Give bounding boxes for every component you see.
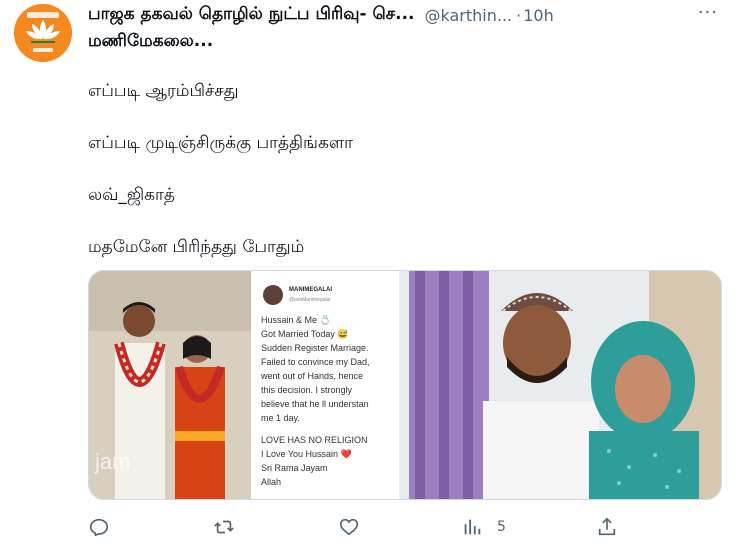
share-icon [598, 517, 616, 536]
embedded-post: MANIMEGALAI @iamManimegalai Hussain & Me… [251, 271, 399, 499]
watermark-text: jam [94, 449, 130, 474]
views-button[interactable]: 5 [461, 512, 506, 542]
like-button[interactable] [338, 512, 374, 542]
embedded-post-line: Sri Rama Jayam [261, 463, 328, 473]
lotus-logo-icon [14, 4, 72, 62]
heart-icon [339, 518, 359, 536]
embedded-post-line: this decision. I strongly [261, 385, 353, 395]
tweet-text: எப்படி ஆரம்பிச்சது எப்படி முடிஞ்சிருக்கு… [88, 80, 708, 288]
avatar[interactable] [14, 4, 72, 62]
action-bar: 5 [88, 512, 728, 542]
tweet-line: லவ்_ஜிகாத் [88, 185, 175, 205]
couple-photo [399, 271, 721, 499]
tweet-line: எப்படி ஆரம்பிச்சது [88, 81, 239, 101]
more-options-icon[interactable]: ··· [698, 2, 718, 23]
embedded-post-line: me 1 day. [261, 413, 300, 423]
tweet-line: எப்படி முடிஞ்சிருக்கு பாத்திங்களா [88, 133, 354, 153]
tweet-header: பாஜக தகவல் தொழில் நுட்ப பிரிவு- செ... @k… [88, 2, 728, 54]
embedded-post-handle: @iamManimegalai [289, 297, 330, 303]
separator-dot: · [516, 5, 522, 25]
retweet-icon [214, 520, 234, 534]
wedding-photo: jam [89, 271, 251, 499]
views-count: 5 [497, 519, 506, 535]
share-button[interactable] [596, 512, 618, 542]
embedded-post-line: Allah [261, 477, 281, 487]
embedded-post-line: Sudden Register Marriage. [261, 343, 369, 353]
timestamp[interactable]: 10h [523, 6, 554, 25]
media-image: jam MANIMEGALAI @iamManimegalai Hussain … [89, 271, 721, 499]
embedded-post-line: Got Married Today 😅 [261, 329, 349, 339]
reply-icon [89, 518, 109, 537]
author-name[interactable]: பாஜக தகவல் தொழில் நுட்ப பிரிவு- செ... [88, 4, 415, 26]
views-chart-icon [464, 519, 481, 535]
retweet-button[interactable] [213, 512, 249, 542]
tweet-line: மதமேனே பிரிந்தது போதும் [88, 237, 305, 257]
reply-button[interactable] [88, 512, 124, 542]
embedded-post-line: Failed to convince my Dad, [261, 357, 370, 367]
author-name-line2[interactable]: மணிமேகலை... [88, 28, 728, 54]
embedded-post-line: believe that he ll understan [261, 399, 369, 409]
embedded-post-line: went out of Hands, hence [260, 371, 363, 381]
embedded-post-line: Hussain & Me 💍 [261, 314, 331, 326]
tweet-media[interactable]: jam MANIMEGALAI @iamManimegalai Hussain … [88, 270, 722, 500]
embedded-post-line: LOVE HAS NO RELIGION [261, 435, 368, 445]
author-handle[interactable]: @karthin... [425, 6, 513, 25]
embedded-post-line: I Love You Hussain ❤️ [261, 449, 353, 459]
embedded-post-name: MANIMEGALAI [289, 287, 332, 293]
